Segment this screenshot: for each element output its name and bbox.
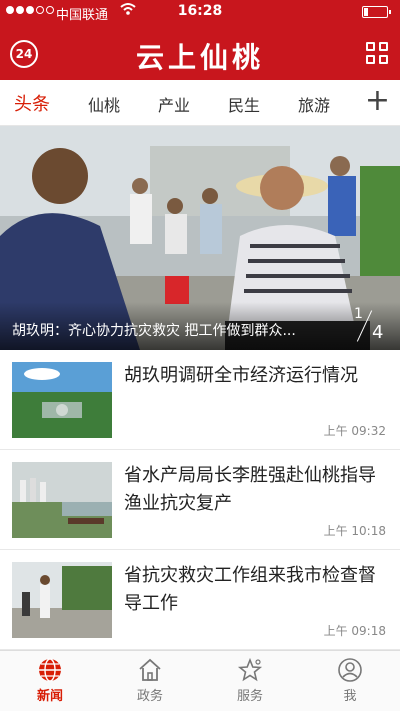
hero-carousel[interactable]: 胡玖明：齐心协力抗灾救灾 把工作做到群众... 1 4 bbox=[0, 126, 400, 350]
status-bar: 中国联通 16:28 bbox=[0, 0, 400, 24]
header: 中国联通 16:28 24 云上仙桃 bbox=[0, 0, 400, 80]
news-thumbnail bbox=[12, 562, 112, 638]
news-item[interactable]: 省抗灾救灾工作组来我市检查督导工作 上午 09:18 bbox=[0, 550, 400, 650]
add-channel-icon[interactable]: + bbox=[365, 86, 390, 116]
app-screen: 中国联通 16:28 24 云上仙桃 头条 仙桃 产业 民生 旅游 + 胡玖明：… bbox=[0, 0, 400, 711]
news-title: 胡玖明调研全市经济运行情况 bbox=[124, 365, 358, 386]
tab-industry[interactable]: 产业 bbox=[158, 92, 190, 116]
star-icon bbox=[237, 657, 263, 682]
nav-government[interactable]: 政务 bbox=[100, 657, 200, 704]
news-title: 省抗灾救灾工作组来我市检查督导工作 bbox=[124, 565, 376, 614]
bottom-nav: 新闻 政务 服务 我 bbox=[0, 650, 400, 711]
hero-pagination: 1 4 bbox=[352, 306, 392, 346]
app-title: 云上仙桃 bbox=[135, 41, 264, 74]
news-item[interactable]: 胡玖明调研全市经济运行情况 上午 09:32 bbox=[0, 350, 400, 450]
hero-current-page: 1 bbox=[354, 306, 363, 322]
news-thumbnail bbox=[12, 362, 112, 438]
tab-xiantao[interactable]: 仙桃 bbox=[88, 92, 120, 116]
news-item[interactable]: 省水产局局长李胜强赴仙桃指导渔业抗灾复产 上午 10:18 bbox=[0, 450, 400, 550]
channel-tabs: 头条 仙桃 产业 民生 旅游 + bbox=[0, 80, 400, 126]
tab-headlines[interactable]: 头条 bbox=[14, 90, 50, 116]
nav-label: 新闻 bbox=[36, 689, 63, 704]
news-time: 上午 09:32 bbox=[323, 424, 386, 438]
grid-menu-icon[interactable] bbox=[366, 42, 388, 64]
home-icon bbox=[139, 658, 161, 681]
nav-label: 政务 bbox=[136, 689, 163, 704]
globe-icon bbox=[39, 658, 61, 682]
user-icon bbox=[338, 658, 362, 682]
news-thumbnail bbox=[12, 462, 112, 538]
nav-label: 服务 bbox=[236, 689, 263, 704]
app-bar: 24 云上仙桃 bbox=[0, 28, 400, 80]
hero-caption-bar: 胡玖明：齐心协力抗灾救灾 把工作做到群众... 1 4 bbox=[0, 302, 400, 350]
nav-news[interactable]: 新闻 bbox=[0, 657, 100, 704]
nav-label: 我 bbox=[343, 689, 357, 704]
news-time: 上午 09:18 bbox=[323, 624, 386, 638]
tab-travel[interactable]: 旅游 bbox=[298, 92, 330, 116]
news-title: 省水产局局长李胜强赴仙桃指导渔业抗灾复产 bbox=[124, 465, 376, 514]
hero-caption[interactable]: 胡玖明：齐心协力抗灾救灾 把工作做到群众... bbox=[12, 320, 344, 340]
status-time: 16:28 bbox=[177, 3, 223, 19]
battery-icon bbox=[362, 6, 391, 18]
nav-me[interactable]: 我 bbox=[300, 657, 400, 704]
nav-services[interactable]: 服务 bbox=[200, 657, 300, 704]
hero-total-pages: 4 bbox=[372, 322, 384, 343]
news-time: 上午 10:18 bbox=[323, 524, 386, 538]
tab-livelihood[interactable]: 民生 bbox=[228, 92, 260, 116]
